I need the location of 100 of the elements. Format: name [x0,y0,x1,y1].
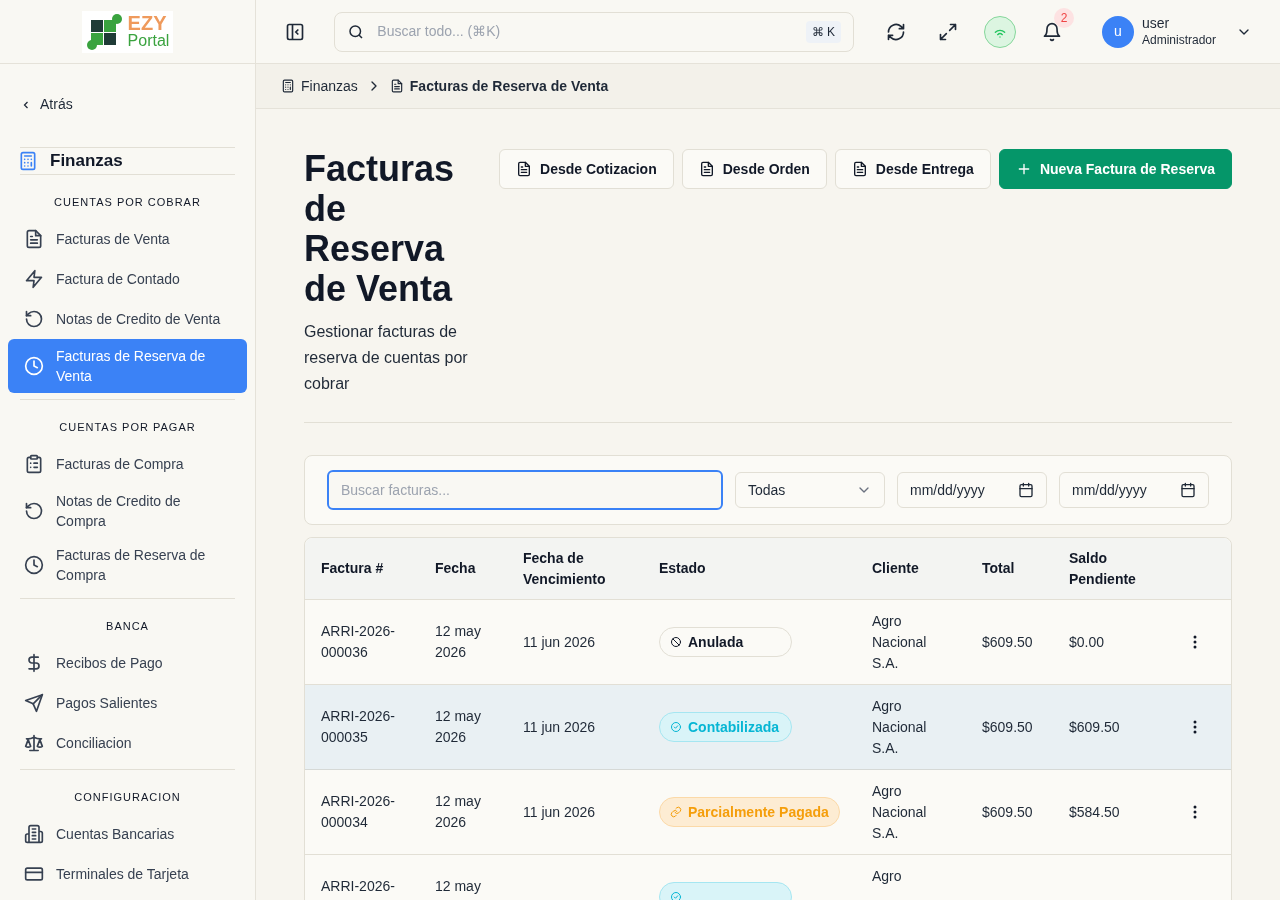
column-header: Total [982,559,1016,578]
column-header: Fecha de Vencimiento [523,548,607,589]
column-header: Factura # [321,559,385,578]
create-from-button[interactable]: Desde Cotizacion [499,149,674,189]
logo-text: EZY [127,14,168,32]
building-icon [24,824,44,844]
breadcrumb-link[interactable]: Facturas de Reserva de Venta [389,75,609,97]
link-icon [670,806,682,818]
scale-icon [24,733,44,753]
table-cell-text: 12 may 2026 [435,707,482,747]
document-icon [698,161,715,177]
search-input[interactable]: Buscar todo... (⌘K) [377,21,794,42]
table-cell-text: 12 may 2026 [435,792,482,832]
clock-icon [24,356,44,376]
table-cell-text: 12 may [435,877,482,896]
status-badge: Contabilizada [659,712,792,742]
table-cell-text: 12 may 2026 [435,622,482,662]
section-heading: CUENTAS POR PAGAR [59,421,196,433]
back-link[interactable]: Atrás [20,94,235,115]
module-title: Finanzas [50,150,123,173]
table-cell-text: $609.50 [982,802,1034,822]
sidebar-item[interactable]: Facturas de Reserva de Compra [8,538,247,592]
table-cell-text: 11 jun 2026 [523,802,597,822]
expand-icon [937,21,958,42]
more-vertical-icon [1193,805,1197,819]
user-role: Administrador [1141,31,1216,49]
global-search-field[interactable]: Buscar todo... (⌘K) ⌘ K [334,11,854,52]
user-name: user [1141,14,1170,32]
sidebar-item[interactable]: Cuentas Bancarias [8,814,247,854]
document-icon [24,229,44,249]
calculator-icon [281,79,295,93]
date-field[interactable]: mm/dd/yyyy [897,472,1047,508]
credit-card-icon [24,864,44,884]
new-invoice-button[interactable]: Nueva Factura de Reserva [998,149,1232,189]
table-cell-text: Agro Nacional S.A. [872,611,928,673]
sidebar-item[interactable]: Facturas de Compra [8,444,247,484]
rotate-left-icon [24,309,44,329]
calculator-icon [18,151,38,171]
create-from-button[interactable]: Desde Entrega [834,149,991,189]
column-header: Saldo Pendiente [1069,548,1137,589]
rotate-left-icon [24,501,44,521]
column-header: Cliente [872,559,920,578]
table-row[interactable]: ARRI-2026-000035 12 may 2026 11 jun 2026 Contabilizada Agro Nacional S.A. $609.50 $609.50 [305,685,1231,770]
table-cell-text: ARRI-2026-000034 [321,792,396,832]
user-menu[interactable]: u user Administrador [1101,14,1252,49]
clipboard-list-icon [24,454,44,474]
breadcrumb-link[interactable]: Finanzas [281,75,358,97]
column-header: Estado [659,559,707,578]
page-title: Facturas de Reserva de Venta [304,149,456,309]
section-heading: CUENTAS POR COBRAR [54,196,201,208]
table-cell-text: $0.00 [1069,632,1106,652]
logo-text: Portal [127,31,170,49]
paper-plane-icon [24,693,44,713]
shortcut-hint: ⌘ K [805,20,841,43]
section-heading: CONFIGURACION [74,791,181,803]
document-icon [516,161,532,177]
table-cell-text: $609.50 [1069,717,1121,737]
sidebar-item[interactable]: Notas de Credito de Compra [8,484,247,538]
table-cell-text: $609.50 [982,717,1034,737]
check-circle-icon [670,721,682,733]
more-vertical-icon [1193,635,1197,649]
status-badge: Anulada [659,627,792,657]
puzzle-gears-icon [85,12,124,51]
table-cell-text: 11 jun 2026 [523,717,597,737]
sidebar-item[interactable]: Terminales de Tarjeta [8,854,247,894]
document-icon [389,79,404,93]
status-select[interactable]: Todas [735,472,885,508]
table-cell-text: ARRI-2026-000035 [321,707,396,747]
sidebar-item[interactable]: Notas de Credito de Venta [8,299,247,339]
ban-icon [670,636,682,648]
notification-badge: 2 [1053,7,1074,28]
document-icon [851,161,868,177]
sidebar-item[interactable]: Facturas de Reserva de Venta [8,339,247,393]
sidebar-item[interactable]: Conciliacion [8,723,247,763]
bell-icon [1041,21,1062,42]
avatar: u [1101,15,1134,48]
table-cell-text: Agro Nacional S.A. [872,781,928,843]
sidebar-item[interactable]: Factura de Contado [8,259,247,299]
status-badge: Parcialmente Pagada [659,797,840,827]
sidebar-item[interactable]: Recibos de Pago [8,643,247,683]
section-heading: BANCA [106,620,149,632]
clock-icon [24,555,44,575]
calendar-icon [1018,482,1034,498]
table-cell-text: Agro Nacional S.A. [872,696,928,758]
create-from-button[interactable]: Desde Orden [681,149,827,189]
table-cell-text: $584.50 [1069,802,1121,822]
date-field[interactable]: mm/dd/yyyy [1059,472,1209,508]
more-vertical-icon [1193,720,1197,734]
calendar-icon [1180,482,1196,498]
table-cell-text: Agro [872,866,903,886]
refresh-icon [885,21,906,42]
sidebar-item[interactable]: Facturas de Venta [8,219,247,259]
table-cell-text: ARRI-2026- [321,877,396,896]
table-cell-text: ARRI-2026-000036 [321,622,396,662]
lightning-icon [24,269,44,289]
invoice-search-field[interactable]: Buscar facturas... [327,470,723,510]
table-cell-text: 11 jun 2026 [523,632,597,652]
column-header: Fecha [435,559,477,578]
page-subtitle: Gestionar facturas de reserva de cuentas por cobrar [304,322,469,394]
sidebar-item[interactable]: Pagos Salientes [8,683,247,723]
